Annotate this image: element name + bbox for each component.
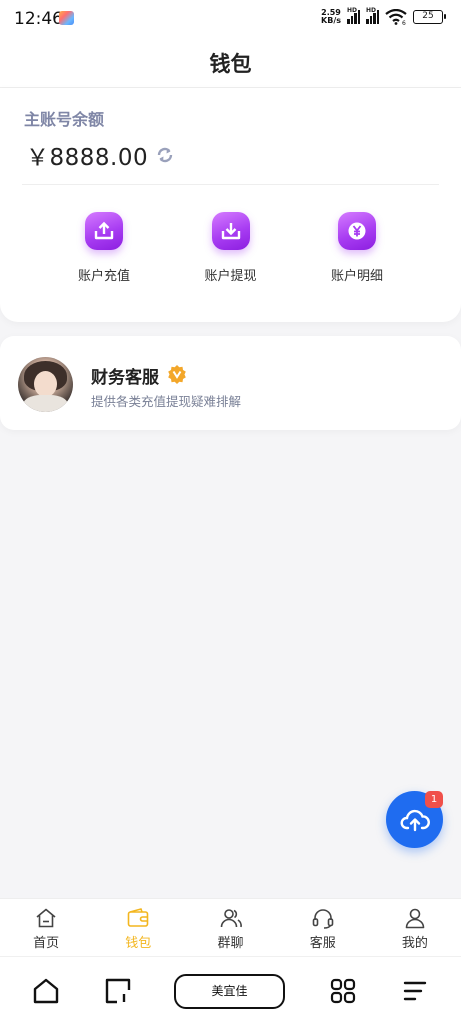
status-indicators: 2.59 KB/s HD HD 6 25	[321, 7, 446, 25]
home-icon	[36, 908, 56, 928]
tab-home-label: 首页	[33, 936, 60, 951]
statement-label: 账户明细	[330, 269, 383, 284]
verified-badge-icon	[168, 365, 186, 384]
tab-wallet-label: 钱包	[125, 936, 152, 951]
battery-level: 25	[422, 11, 434, 21]
tab-group-chat[interactable]: 群聊	[184, 899, 276, 956]
tab-group-chat-label: 群聊	[217, 936, 244, 951]
tab-home[interactable]: 首页	[0, 899, 92, 956]
card-divider	[22, 184, 439, 185]
service-description: 提供各类充值提现疑难排解	[91, 394, 242, 409]
statement-button[interactable]: 账户明细	[297, 212, 417, 284]
page-title: 钱包	[209, 52, 252, 76]
signal-hd-label: HD	[366, 7, 377, 14]
wifi-label: 6	[402, 20, 406, 25]
balance-label: 主账号余额	[24, 110, 105, 129]
network-speed: 2.59 KB/s	[321, 9, 341, 25]
balance-value: ￥8888.00	[26, 145, 149, 171]
wallet-actions: 账户充值 账户提现 账户明细	[44, 212, 417, 284]
notification-badge: 1	[425, 791, 443, 808]
download-tray-icon	[211, 212, 250, 250]
menu-icon[interactable]	[401, 977, 429, 1005]
headset-icon	[312, 909, 334, 929]
withdraw-button[interactable]: 账户提现	[171, 212, 291, 284]
recents-nav-icon[interactable]	[104, 977, 132, 1005]
tab-service[interactable]: 客服	[277, 899, 369, 956]
wifi-icon: 6	[385, 9, 407, 25]
signal-icon: HD	[366, 7, 379, 24]
upload-tray-icon	[85, 212, 123, 250]
tab-bar: 首页 钱包 群聊 客服 我的	[0, 898, 461, 956]
wallet-card: 主账号余额 ￥8888.00 账户充值 账户提现 账户明细	[0, 88, 461, 322]
tab-profile-label: 我的	[401, 936, 428, 951]
finance-service-card[interactable]: 财务客服 提供各类充值提现疑难排解	[0, 336, 461, 430]
group-icon	[220, 909, 242, 928]
avatar	[18, 357, 73, 412]
signal-icon: HD	[347, 7, 360, 24]
balance-row: ￥8888.00	[26, 138, 174, 172]
recharge-label: 账户充值	[77, 269, 130, 284]
profile-icon	[405, 908, 425, 929]
cloud-upload-icon	[400, 809, 430, 831]
app-pill-button[interactable]: 美宜佳	[174, 974, 285, 1009]
network-speed-unit: KB/s	[321, 16, 341, 25]
battery-icon: 25	[413, 10, 446, 24]
tab-profile[interactable]: 我的	[369, 899, 461, 956]
tab-wallet[interactable]: 钱包	[92, 899, 184, 956]
status-bar: 12:46 2.59 KB/s HD HD 6 25	[0, 0, 461, 38]
navigation-bar: 钱包	[0, 38, 461, 88]
gallery-app-icon	[59, 11, 74, 25]
wallet-icon	[127, 908, 149, 927]
withdraw-label: 账户提现	[204, 269, 257, 284]
signal-hd-label: HD	[347, 7, 358, 14]
refresh-icon[interactable]	[156, 146, 174, 164]
recharge-button[interactable]: 账户充值	[44, 212, 164, 284]
service-name: 财务客服	[91, 368, 159, 388]
status-time: 12:46	[14, 9, 63, 29]
system-navigation: 美宜佳	[0, 956, 461, 1024]
home-nav-icon[interactable]	[32, 977, 60, 1005]
yen-coin-icon	[338, 212, 376, 250]
tab-service-label: 客服	[309, 936, 336, 951]
apps-grid-icon[interactable]	[329, 977, 357, 1005]
